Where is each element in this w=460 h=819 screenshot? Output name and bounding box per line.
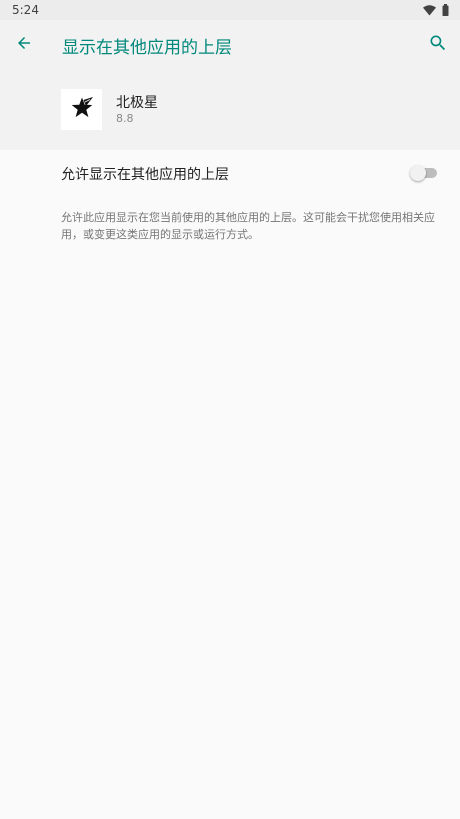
status-time: 5:24 — [12, 3, 39, 17]
status-icons — [423, 3, 449, 16]
status-bar: 5:24 — [0, 0, 460, 20]
search-button[interactable] — [426, 33, 450, 57]
permission-label: 允许显示在其他应用的上层 — [61, 167, 229, 183]
arrow-back-icon — [15, 34, 33, 56]
app-name: 北极星 — [116, 95, 158, 111]
permission-toggle[interactable] — [410, 165, 437, 181]
app-info-header: 北极星 8.8 — [0, 70, 460, 150]
toggle-thumb — [410, 165, 426, 181]
back-button[interactable] — [12, 33, 36, 57]
search-icon — [428, 33, 448, 57]
permission-summary: 允许此应用显示在您当前使用的其他应用的上层。这可能会干扰您使用相关应用，或变更这… — [61, 211, 435, 241]
wifi-icon — [423, 1, 436, 20]
app-bar: 显示在其他应用的上层 — [0, 20, 460, 70]
permission-row[interactable]: 允许显示在其他应用的上层 — [0, 150, 460, 196]
page-title: 显示在其他应用的上层 — [62, 38, 232, 58]
app-icon — [61, 89, 102, 130]
app-version: 8.8 — [116, 112, 134, 125]
battery-icon — [442, 1, 449, 20]
star-logo-icon — [70, 96, 94, 124]
